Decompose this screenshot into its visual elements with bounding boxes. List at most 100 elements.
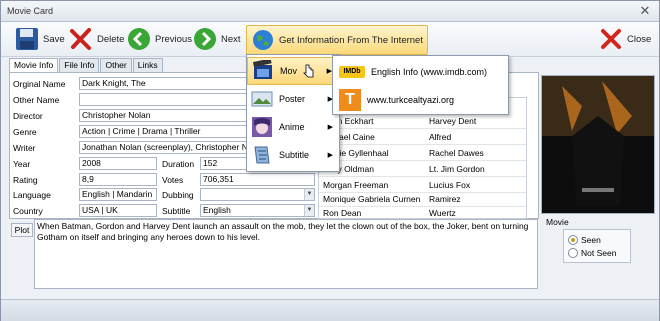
context-menu: Mov ▶ Poster ▶ Anime ▶ Subtitle ▶ [246, 54, 340, 172]
turkce-icon: T [339, 89, 361, 111]
writer-label: Writer [13, 143, 36, 153]
delete-icon [69, 27, 93, 51]
chevron-down-icon[interactable]: ▼ [304, 205, 314, 216]
anime-icon [251, 116, 273, 138]
menu-item-movie[interactable]: Mov ▶ [247, 57, 339, 85]
tab-other[interactable]: Other [100, 58, 132, 72]
menu-item-subtitle[interactable]: Subtitle ▶ [247, 141, 339, 169]
submenu-item-turkce-label: www.turkcealtyazi.org [367, 95, 455, 105]
previous-icon [127, 27, 151, 51]
title-bar: Movie Card ✕ [1, 1, 659, 22]
table-row[interactable]: Morgan Freeman Lucius Fox [319, 178, 526, 193]
seen-label: Seen [581, 235, 601, 245]
radio-selected-icon [568, 235, 578, 245]
cast-list[interactable]: ron Eckhart Harvey Dent chael Caine Alfred… [318, 97, 527, 221]
dubbing-select[interactable]: ▼ [200, 188, 315, 201]
subtitle-value: English [203, 205, 231, 215]
save-button[interactable]: Save [15, 25, 65, 53]
close-icon [599, 27, 623, 51]
status-bar [1, 299, 659, 321]
language-label: Language [13, 190, 51, 200]
toolbar: Save Delete Previous Next Get Informatio… [1, 22, 659, 57]
cast-role: Wuertz [429, 208, 456, 218]
table-row[interactable]: chael Caine Alfred [319, 130, 526, 145]
cast-role: Lt. Jim Gordon [429, 164, 485, 174]
menu-item-anime-label: Anime [279, 122, 305, 132]
poster-icon [251, 88, 273, 110]
next-button[interactable]: Next [193, 25, 241, 53]
radio-empty-icon [568, 248, 578, 258]
votes-field[interactable]: 706,351 [200, 173, 315, 186]
menu-item-poster[interactable]: Poster ▶ [247, 85, 339, 113]
submenu-item-imdb-label: English Info (www.imdb.com) [371, 67, 488, 77]
subtitle-icon [251, 144, 273, 166]
mouse-cursor-icon [303, 64, 315, 78]
table-row[interactable]: ary Oldman Lt. Jim Gordon [319, 162, 526, 177]
movie-poster[interactable] [541, 75, 655, 214]
cast-role: Alfred [429, 132, 452, 142]
duration-label: Duration [162, 159, 195, 169]
save-icon [15, 27, 39, 51]
plot-textarea[interactable]: When Batman, Gordon and Harvey Dent laun… [34, 219, 538, 289]
cast-role: Ramirez [429, 194, 461, 204]
submenu-arrow-icon: ▶ [327, 152, 333, 159]
movie-card-window: Movie Card ✕ Save Delete Previous Next G… [0, 0, 660, 321]
year-field[interactable]: 2008 [79, 157, 157, 170]
cast-role: Harvey Dent [429, 116, 477, 126]
close-button[interactable]: Close [599, 25, 651, 53]
tab-links[interactable]: Links [132, 58, 163, 72]
other-name-label: Other Name [13, 95, 60, 105]
submenu-arrow-icon: ▶ [327, 124, 333, 131]
seen-radio[interactable]: Seen [568, 234, 601, 246]
delete-label: Delete [97, 33, 125, 45]
director-label: Director [13, 111, 43, 121]
window-close-button[interactable]: ✕ [637, 3, 653, 18]
not-seen-label: Not Seen [581, 248, 617, 258]
country-field[interactable]: USA | UK [79, 204, 157, 217]
close-label: Close [627, 33, 652, 45]
next-label: Next [221, 33, 241, 45]
cast-role: Lucius Fox [429, 180, 471, 190]
year-label: Year [13, 159, 31, 169]
menu-item-movie-label: Mov [280, 66, 298, 76]
delete-button[interactable]: Delete [69, 25, 124, 53]
table-row[interactable]: Monique Gabriela Curnen Ramirez [319, 192, 526, 207]
cast-actor: Ron Dean [323, 208, 362, 218]
rating-label: Rating [13, 175, 38, 185]
get-info-label: Get Information From The Internet [279, 34, 423, 46]
table-row[interactable]: ggie Gyllenhaal Rachel Dawes [319, 146, 526, 161]
menu-item-subtitle-label: Subtitle [279, 150, 310, 160]
tab-file-info[interactable]: File Info [59, 58, 100, 72]
cast-actor: Monique Gabriela Curnen [323, 194, 421, 204]
subtitle-label: Subtitle [162, 206, 191, 216]
imdb-icon: IMDb [339, 66, 365, 78]
chevron-down-icon[interactable]: ▼ [304, 189, 314, 200]
language-field[interactable]: English | Mandarin [79, 188, 157, 201]
menu-item-anime[interactable]: Anime ▶ [247, 113, 339, 141]
film-icon [252, 58, 274, 82]
dubbing-label: Dubbing [162, 190, 194, 200]
previous-button[interactable]: Previous [127, 25, 192, 53]
not-seen-radio[interactable]: Not Seen [568, 247, 616, 259]
menu-item-poster-label: Poster [279, 94, 306, 104]
save-label: Save [43, 33, 65, 45]
get-info-button[interactable]: Get Information From The Internet [246, 25, 428, 55]
globe-icon [251, 28, 275, 52]
window-title: Movie Card [7, 6, 54, 16]
previous-label: Previous [155, 33, 192, 45]
movie-submenu: IMDb English Info (www.imdb.com) T www.t… [332, 55, 509, 115]
submenu-item-turkce[interactable]: T www.turkcealtyazi.org [333, 86, 508, 114]
votes-label: Votes [162, 175, 184, 185]
genre-label: Genre [13, 127, 37, 137]
tab-movie-info[interactable]: Movie Info [9, 58, 59, 73]
subtitle-select[interactable]: English ▼ [200, 204, 315, 217]
cast-role: Rachel Dawes [429, 148, 484, 158]
rating-field[interactable]: 8,9 [79, 173, 157, 186]
original-name-label: Orginal Name [13, 79, 66, 89]
table-row[interactable]: ron Eckhart Harvey Dent [319, 114, 526, 129]
movie-status-label: Movie [546, 217, 569, 227]
tab-strip: Movie Info File Info Other Links [9, 58, 164, 73]
cast-actor: Morgan Freeman [323, 180, 389, 190]
submenu-item-imdb[interactable]: IMDb English Info (www.imdb.com) [333, 58, 508, 86]
movie-status-group: Seen Not Seen [563, 229, 631, 263]
